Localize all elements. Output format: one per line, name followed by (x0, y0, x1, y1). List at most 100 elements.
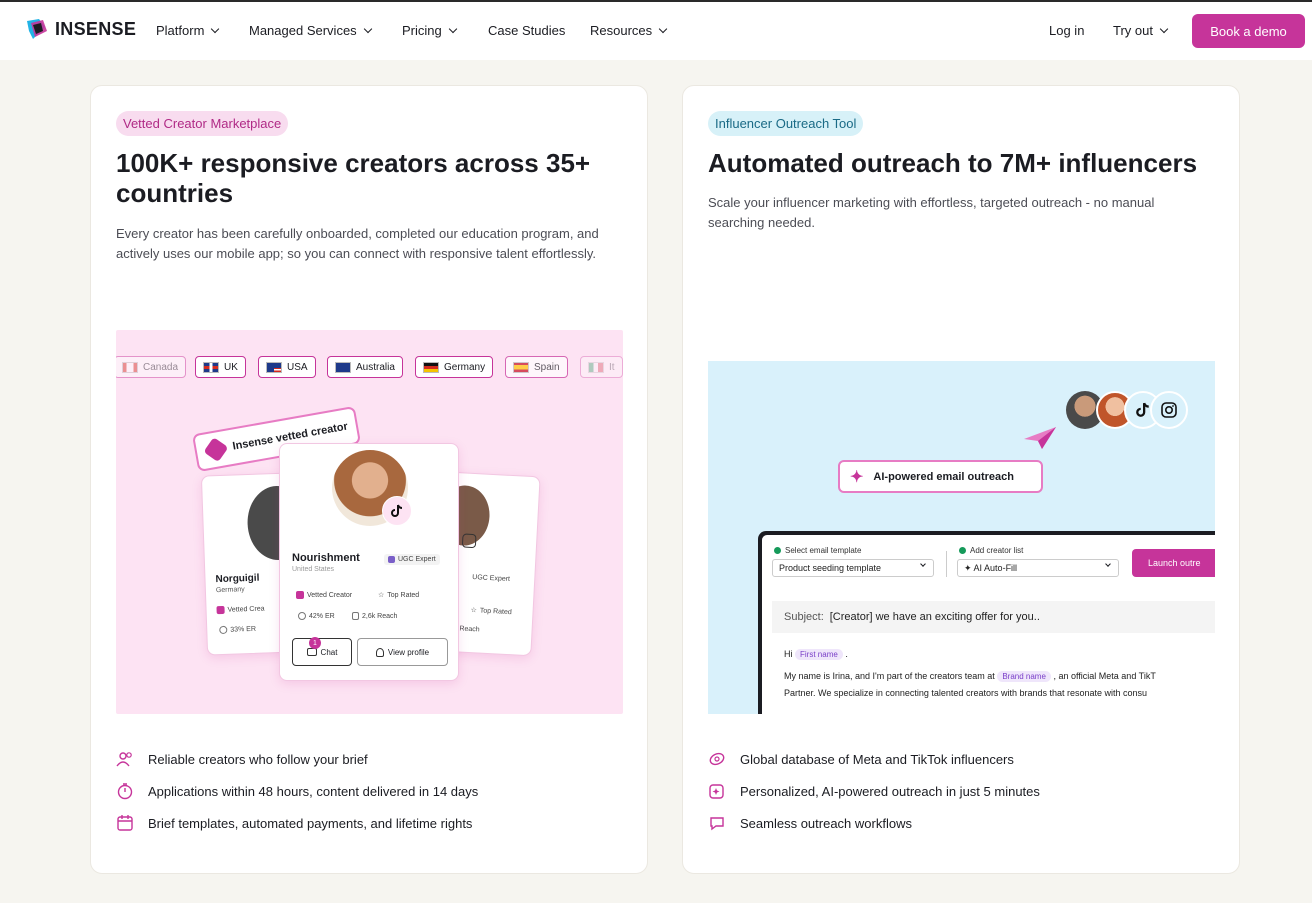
chevron-down-icon (1105, 561, 1111, 567)
er-tag: 42% ER (298, 612, 335, 620)
flag-label: Canada (143, 361, 179, 373)
ugc-tag: UGC Expert (472, 574, 510, 583)
insense-logo-icon (25, 17, 49, 41)
email-body-line: Partner. We specialize in connecting tal… (784, 688, 1148, 698)
chat-bubble-icon (306, 648, 317, 656)
feature-item: Personalized, AI-powered outreach in jus… (708, 782, 1040, 800)
vetted-star-icon (216, 605, 225, 615)
tiktok-icon (382, 496, 412, 526)
ugc-tag: UGC Expert (384, 554, 440, 565)
flag-chip-canada: Canada (116, 356, 187, 378)
usa-flag-icon (266, 361, 282, 373)
sparkle-icon: ✦ (850, 468, 864, 486)
nav-resources-label: Resources (590, 23, 653, 38)
vetted-marketplace-card: Vetted Creator Marketplace 100K+ respons… (90, 85, 648, 874)
vetted-label: Vetted Crea (227, 604, 265, 614)
flag-chip-australia: Australia (327, 356, 403, 378)
email-template-select[interactable]: Product seeding template (772, 559, 934, 577)
users-icon (116, 750, 134, 768)
creator-location: United States (292, 566, 335, 573)
feature-item: Seamless outreach workflows (708, 814, 912, 832)
add-creator-list-label: Add creator list (959, 546, 1023, 555)
vetted-tag: Vetted Crea (216, 604, 265, 615)
er-icon (219, 625, 228, 635)
ugc-label: UGC Expert (472, 574, 511, 584)
creator-card-main: Nourishment United States UGC Expert Vet… (279, 443, 459, 681)
star-icon: ☆ (378, 592, 385, 599)
reach-tag: 2,6k Reach (352, 612, 397, 620)
book-demo-button[interactable]: Book a demo (1192, 14, 1305, 48)
chevron-down-icon (658, 24, 668, 33)
creator-location: Germany (215, 586, 245, 595)
body-text: , an official Meta and TikT (1053, 671, 1156, 681)
chat-count-badge: 1 (309, 637, 321, 649)
label-text: Add creator list (970, 546, 1024, 555)
body-text: My name is Irina, and I'm part of the cr… (784, 671, 995, 681)
feature-label: Seamless outreach workflows (740, 815, 912, 831)
reach-label: 2,6k Reach (362, 612, 398, 620)
chevron-down-icon (363, 24, 372, 33)
launch-outreach-button[interactable]: Launch outre (1132, 549, 1215, 577)
top-navigation: INSENSE Platform Managed Services Pricin… (0, 2, 1312, 60)
logo-text: INSENSE (55, 18, 137, 39)
flag-label: It (609, 361, 615, 373)
timer-icon (116, 782, 134, 800)
chat-button[interactable]: 1 Chat (292, 637, 352, 666)
login-link[interactable]: Log in (1049, 23, 1084, 38)
flag-label: USA (287, 361, 308, 373)
nav-pricing-label: Pricing (402, 23, 442, 38)
canada-flag-icon (122, 361, 138, 373)
feature-item: Global database of Meta and TikTok influ… (708, 750, 1014, 768)
globe-icon (708, 750, 726, 768)
login-label: Log in (1049, 23, 1085, 38)
rated-tag: ☆ Top Rated (378, 591, 420, 600)
card-category-pill: Influencer Outreach Tool (708, 111, 864, 136)
greeting-text: Hi (784, 649, 793, 659)
feature-label: Applications within 48 hours, content de… (148, 783, 479, 799)
brand-name-chip: Brand name (997, 671, 1051, 682)
user-icon (375, 647, 384, 657)
creator-marketplace-illustration: Canada UK USA Australia Germany Spain It (116, 330, 623, 714)
nav-managed-services[interactable]: Managed Services (249, 23, 372, 38)
email-composer-screen: Select email template Product seeding te… (762, 535, 1215, 714)
flag-chip-germany: Germany (415, 356, 494, 378)
divider (946, 551, 947, 577)
er-tag: 33% ER (219, 625, 257, 635)
subject-label: Subject: (784, 611, 824, 623)
card-description: Scale your influencer marketing with eff… (708, 195, 1155, 230)
ai-email-outreach-badge: ✦ AI-powered email outreach (838, 460, 1043, 493)
creator-name: Norguigil (215, 572, 260, 586)
rated-label: Top Rated (387, 591, 420, 599)
view-profile-label: View profile (387, 647, 430, 657)
nav-resources[interactable]: Resources (590, 23, 668, 38)
nav-case-studies-label: Case Studies (488, 23, 566, 38)
select-value: Product seeding template (779, 563, 882, 573)
try-out-menu[interactable]: Try out (1113, 23, 1169, 38)
feature-label: Brief templates, automated payments, and… (148, 815, 473, 831)
logo[interactable]: INSENSE (25, 17, 136, 41)
email-subject-field[interactable]: Subject: [Creator] we have an exciting o… (772, 601, 1215, 633)
chat-bubble-icon (708, 814, 726, 832)
ugc-icon (388, 556, 395, 563)
email-body-greeting: Hi First name . (784, 649, 848, 660)
outreach-illustration: ✦ AI-powered email outreach Select email… (708, 361, 1215, 714)
er-label: 33% ER (230, 625, 257, 634)
chevron-down-icon (920, 561, 926, 567)
nav-managed-services-label: Managed Services (249, 23, 357, 38)
rated-tag: ☆ Top Rated (470, 606, 512, 616)
australia-flag-icon (335, 361, 351, 373)
chevron-down-icon (448, 24, 457, 33)
calendar-icon (116, 814, 134, 832)
view-profile-button[interactable]: View profile (357, 638, 448, 666)
card-category-pill: Vetted Creator Marketplace (116, 111, 289, 136)
nav-case-studies[interactable]: Case Studies (488, 23, 565, 38)
email-body-line: My name is Irina, and I'm part of the cr… (784, 671, 1156, 682)
nav-pricing[interactable]: Pricing (402, 23, 457, 38)
feature-label: Reliable creators who follow your brief (148, 751, 368, 767)
nav-platform[interactable]: Platform (156, 23, 220, 38)
feature-item: Reliable creators who follow your brief (116, 750, 368, 768)
creator-list-select[interactable]: ✦ AI Auto-Fill (957, 559, 1119, 577)
nav-platform-label: Platform (156, 23, 205, 38)
check-icon (774, 547, 781, 554)
outreach-tool-card: Influencer Outreach Tool Automated outre… (682, 85, 1240, 874)
